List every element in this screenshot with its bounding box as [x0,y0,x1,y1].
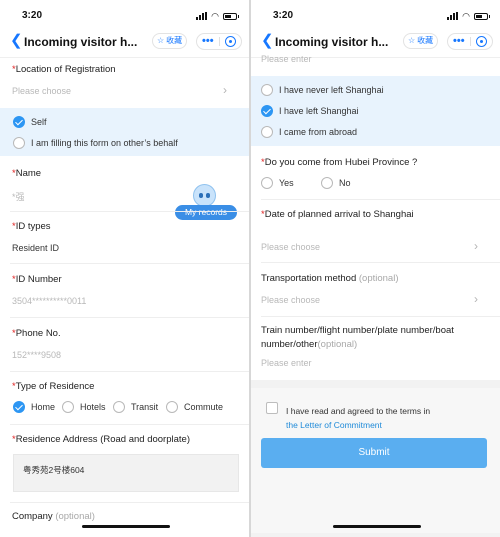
train-number-label: Train number/flight number/plate number/… [261,325,454,336]
location-label: *Location of Registration [12,64,116,75]
hubei-option-no[interactable]: No [321,177,351,189]
train-number-label-cont: number/other(optional) [261,339,358,350]
divider [10,211,249,212]
arrival-date-label: *Date of planned arrival to Shanghai [261,209,414,220]
status-bar: 3:20 ◠ [251,0,500,26]
phone-input[interactable]: 152****9508 [12,350,61,360]
capsule-divider [470,37,471,46]
travel-option-left[interactable]: I have left Shanghai [261,105,359,117]
status-time: 3:20 [22,10,43,21]
location-select[interactable]: Please choose [12,86,71,96]
travel-option-never-left[interactable]: I have never left Shanghai [261,84,384,96]
left-screen: 3:20 ◠ ❮ Incoming visitor h... ☆ 收藏 ••• *… [0,0,249,537]
nav-bar: ❮ Incoming visitor h... ☆ 收藏 ••• [0,26,249,58]
filler-option-behalf[interactable]: I am filling this form on other’s behalf [13,137,178,149]
hubei-label: *Do you come from Hubei Province ? [261,157,418,168]
agreement-text: I have read and agreed to the terms in t… [286,406,431,430]
chevron-right-icon[interactable]: › [223,83,227,97]
star-icon: ☆ [157,36,165,45]
check-circle-icon [13,116,25,128]
top-input[interactable]: Please enter [261,54,312,64]
close-target-icon[interactable] [476,36,487,47]
divider [261,316,500,317]
transport-select[interactable]: Please choose [261,295,320,305]
check-circle-icon [261,105,273,117]
status-time: 3:20 [273,10,294,21]
favorite-label: 收藏 [417,36,434,45]
favorite-button[interactable]: ☆ 收藏 [403,33,439,49]
radio-circle-icon [261,177,273,189]
wifi-icon: ◠ [211,11,219,21]
divider [261,262,500,263]
back-arrow-icon[interactable]: ❮ [10,33,23,49]
menu-capsule: ••• [447,33,493,50]
letter-of-commitment-link[interactable]: the Letter of Commitment [286,420,382,430]
agreement-checkbox[interactable] [266,402,278,414]
right-screen: 3:20 ◠ ❮ Incoming visitor h... ☆ 收藏 ••• P… [251,0,500,537]
filler-option-self[interactable]: Self [13,116,47,128]
transport-label: Transportation method (optional) [261,273,399,284]
hubei-option-yes[interactable]: Yes [261,177,294,189]
id-number-label: *ID Number [12,274,62,285]
page-title: Incoming visitor h... [24,35,138,49]
back-arrow-icon[interactable]: ❮ [261,33,274,49]
close-target-icon[interactable] [225,36,236,47]
status-bar: 3:20 ◠ [0,0,249,26]
residence-option-hotels[interactable]: Hotels [62,401,106,413]
name-input[interactable]: *强 [12,190,25,203]
residence-option-home[interactable]: Home [13,401,55,413]
favorite-button[interactable]: ☆ 收藏 [152,33,188,49]
divider [261,199,500,200]
my-records-button[interactable]: My records [175,205,237,220]
residence-option-transit[interactable]: Transit [113,401,158,413]
battery-icon [474,13,490,20]
name-label: *Name [12,168,42,179]
status-icons: ◠ [447,11,490,21]
page-title: Incoming visitor h... [275,35,389,49]
train-number-input[interactable]: Please enter [261,358,312,368]
radio-circle-icon [13,137,25,149]
favorite-label: 收藏 [166,36,183,45]
divider [10,424,249,425]
divider [10,502,249,503]
arrival-date-select[interactable]: Please choose [261,242,320,252]
id-number-input[interactable]: 3504**********0011 [12,296,86,306]
more-icon[interactable]: ••• [453,34,465,48]
residence-address-label: *Residence Address (Road and doorplate) [12,434,190,445]
travel-option-abroad[interactable]: I came from abroad [261,126,357,138]
radio-circle-icon [62,401,74,413]
divider [10,371,249,372]
check-circle-icon [13,401,25,413]
battery-icon [223,13,239,20]
residence-option-commute[interactable]: Commute [166,401,223,413]
phone-label: *Phone No. [12,328,61,339]
radio-circle-icon [166,401,178,413]
residence-address-textarea[interactable]: 粤秀苑2号楼604 [13,454,239,492]
chevron-right-icon[interactable]: › [474,292,478,306]
home-indicator [82,525,170,528]
radio-circle-icon [261,126,273,138]
company-label: Company (optional) [12,511,95,522]
radio-circle-icon [113,401,125,413]
radio-circle-icon [261,84,273,96]
signal-icon [196,12,208,20]
divider [10,263,249,264]
menu-capsule: ••• [196,33,242,50]
home-indicator [333,525,421,528]
more-icon[interactable]: ••• [202,34,214,48]
id-type-value[interactable]: Resident ID [12,243,59,253]
residence-type-label: *Type of Residence [12,381,95,392]
star-icon: ☆ [408,36,416,45]
status-icons: ◠ [196,11,239,21]
wifi-icon: ◠ [462,11,470,21]
id-type-label: *ID types [12,221,51,232]
submit-button[interactable]: Submit [261,438,487,468]
capsule-divider [219,37,220,46]
chevron-right-icon[interactable]: › [474,239,478,253]
signal-icon [447,12,459,20]
radio-circle-icon [321,177,333,189]
robot-mascot-icon [193,184,216,207]
divider [10,317,249,318]
